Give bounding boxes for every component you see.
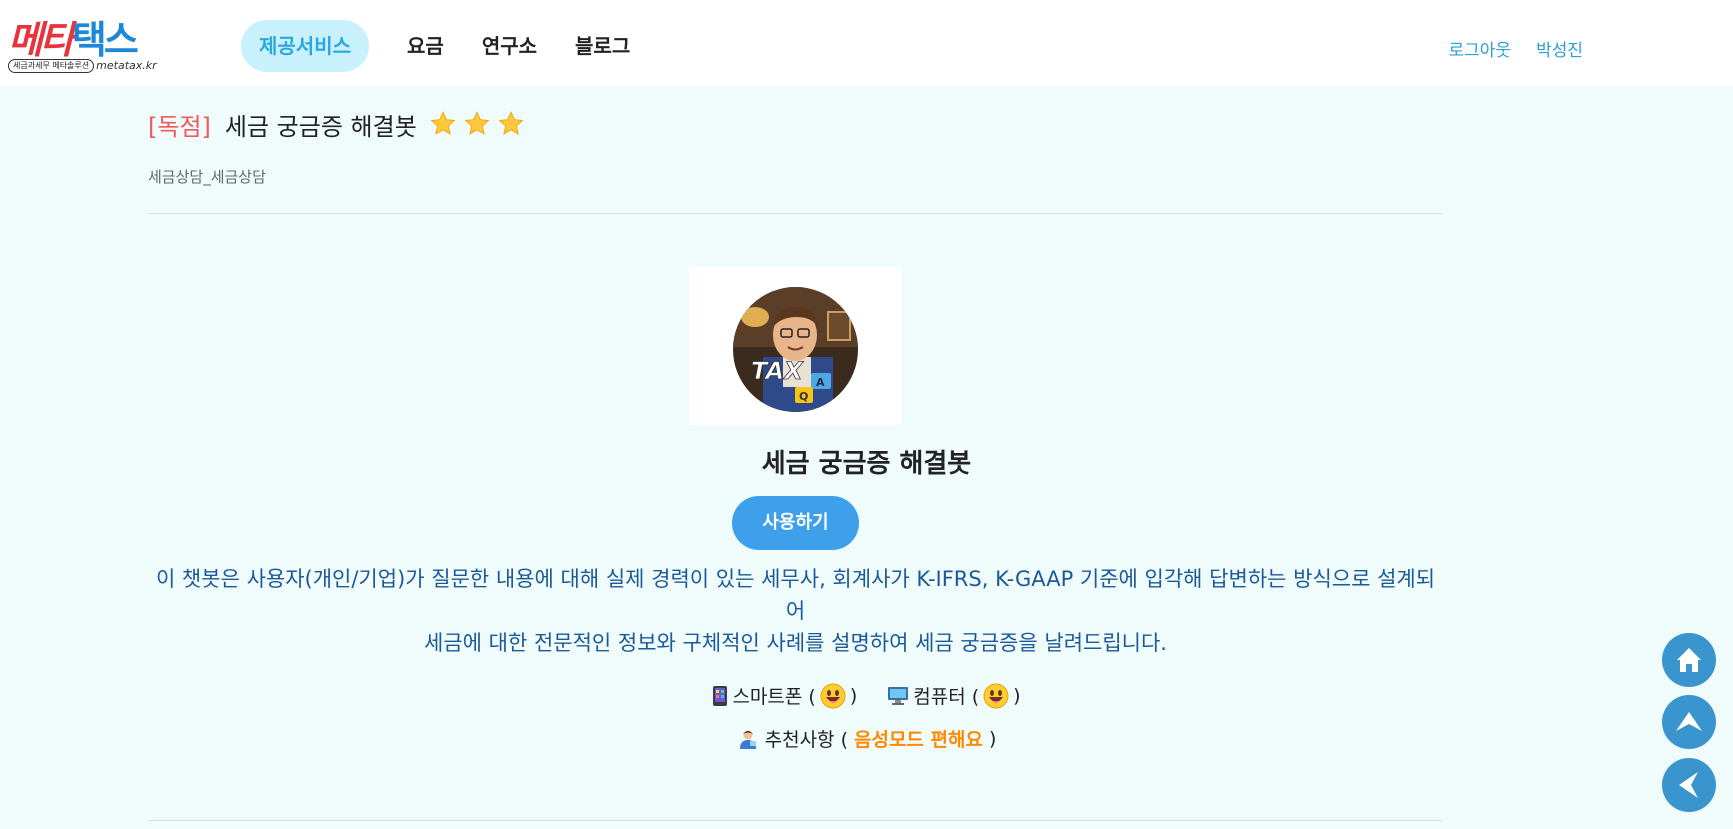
scroll-top-button[interactable] <box>1662 695 1716 749</box>
svg-text:Q: Q <box>799 390 808 403</box>
main-nav: 제공서비스 요금 연구소 블로그 <box>241 20 650 72</box>
computer-close: ) <box>1013 684 1021 707</box>
recommend-value: 음성모드 편해요 <box>853 729 983 751</box>
logo-part2: 택스 <box>71 18 139 62</box>
divider <box>148 213 1443 214</box>
description-line: 세금에 대한 전문적인 정보와 구체적인 사례를 설명하여 세금 궁금증을 날려… <box>424 631 1167 655</box>
metatax-logo[interactable]: 메타택스 세금과세무 메타솔루션 metatax.kr <box>8 18 160 74</box>
nav-item-services[interactable]: 제공서비스 <box>241 20 369 72</box>
nav-item-pricing[interactable]: 요금 <box>389 20 462 72</box>
arrow-left-icon <box>1679 772 1698 798</box>
logo-domain: metatax.kr <box>96 59 157 72</box>
bot-avatar: TAX A Q <box>733 287 858 412</box>
svg-text:A: A <box>816 376 825 389</box>
description-line: 이 챗봇은 사용자(개인/기업)가 질문한 내용에 대해 실제 경력이 있는 세… <box>155 567 1436 623</box>
logo-part1: 메타 <box>8 18 75 62</box>
home-button[interactable] <box>1662 633 1716 687</box>
device-support: 스마트폰 ( ) 컴퓨터 ( ) <box>0 682 1733 709</box>
header: 메타택스 세금과세무 메타솔루션 metatax.kr 제공서비스 요금 연구소… <box>0 0 1733 86</box>
back-button[interactable] <box>1662 758 1716 812</box>
logo-wordmark: 메타택스 <box>8 18 139 62</box>
arrow-up-icon <box>1676 712 1702 731</box>
device-computer: 컴퓨터 ( ) <box>887 682 1021 709</box>
user-name-link[interactable]: 박성진 <box>1536 36 1583 61</box>
nav-item-lab[interactable]: 연구소 <box>464 20 555 72</box>
computer-icon <box>888 686 909 705</box>
product-category: 세금상담_세금상담 <box>148 168 266 186</box>
avatar-card: TAX A Q <box>689 267 902 425</box>
recommendation: 추천사항 ( 음성모드 편해요 ) <box>0 725 1733 752</box>
avatar-tax-text: TAX <box>751 357 804 385</box>
computer-label: 컴퓨터 ( <box>913 686 980 708</box>
bot-description: 이 챗봇은 사용자(개인/기업)가 질문한 내용에 대해 실제 경력이 있는 세… <box>148 563 1443 659</box>
smartphone-close: ) <box>849 684 858 707</box>
logout-link[interactable]: 로그아웃 <box>1449 36 1512 61</box>
logo-tagline: 세금과세무 메타솔루션 metatax.kr <box>8 58 157 73</box>
bot-name: 세금 궁금증 해결봇 <box>761 449 972 479</box>
home-icon <box>1677 648 1701 672</box>
grinning-face-icon <box>820 683 846 708</box>
star-icon <box>464 111 490 135</box>
star-icon <box>430 111 456 135</box>
logo-tagline-text: 세금과세무 메타솔루션 <box>8 58 95 73</box>
smartphone-icon <box>713 685 728 706</box>
recommend-label: 추천사항 ( <box>764 729 848 751</box>
recommend-close: ) <box>988 727 997 750</box>
device-smartphone: 스마트폰 ( ) <box>712 682 857 709</box>
person-icon <box>739 730 756 749</box>
smartphone-label: 스마트폰 ( <box>732 686 816 708</box>
product-title-row: [독점] 세금 궁금증 해결봇 <box>148 106 531 142</box>
star-icon <box>498 111 524 135</box>
divider <box>148 820 1443 821</box>
grinning-face-icon <box>983 683 1009 708</box>
exclusive-tag: [독점] <box>148 112 211 141</box>
user-links: 로그아웃 박성진 <box>1449 36 1583 61</box>
product-title: 세금 궁금증 해결봇 <box>224 112 417 141</box>
nav-item-blog[interactable]: 블로그 <box>557 20 648 72</box>
use-button[interactable]: 사용하기 <box>732 496 859 550</box>
